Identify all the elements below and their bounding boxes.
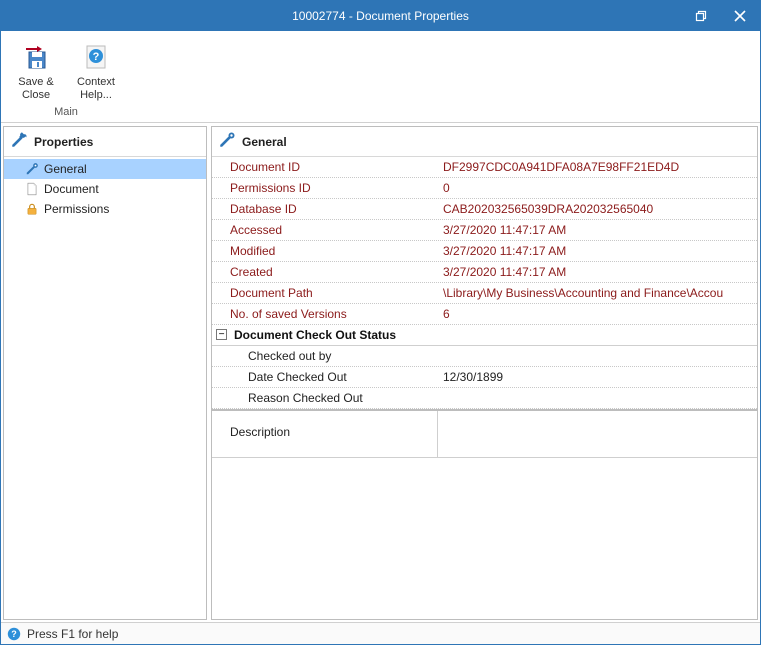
row-description: Description [212, 409, 757, 458]
prop-value[interactable]: \Library\My Business\Accounting and Fina… [437, 283, 757, 303]
section-label: − Document Check Out Status [212, 325, 437, 345]
main-header: General [212, 127, 757, 157]
row-date-checked-out: Date Checked Out 12/30/1899 [212, 367, 757, 388]
main-title: General [242, 135, 287, 149]
row-modified: Modified 3/27/2020 11:47:17 AM [212, 241, 757, 262]
prop-label: Description [212, 411, 437, 457]
prop-value[interactable]: 3/27/2020 11:47:17 AM [437, 262, 757, 282]
restore-icon [694, 10, 707, 23]
close-icon [734, 10, 746, 22]
prop-label: Database ID [212, 199, 437, 219]
ribbon: Save & Close ? Context Help... Main [1, 31, 760, 123]
prop-value[interactable]: DF2997CDC0A941DFA08A7E98FF21ED4D [437, 157, 757, 177]
row-created: Created 3/27/2020 11:47:17 AM [212, 262, 757, 283]
sidebar-title: Properties [34, 135, 93, 149]
prop-value[interactable]: 3/27/2020 11:47:17 AM [437, 220, 757, 240]
content-area: Properties General Document Permissions [1, 123, 760, 622]
row-permissions-id: Permissions ID 0 [212, 178, 757, 199]
save-close-icon [19, 40, 53, 74]
svg-text:?: ? [11, 629, 17, 639]
save-close-button[interactable]: Save & Close [7, 35, 65, 104]
row-database-id: Database ID CAB202032565039DRA2020325650… [212, 199, 757, 220]
nav-item-label: Document [44, 182, 99, 196]
row-document-id: Document ID DF2997CDC0A941DFA08A7E98FF21… [212, 157, 757, 178]
nav-item-label: General [44, 162, 87, 176]
prop-label: Permissions ID [212, 178, 437, 198]
title-bar: 10002774 - Document Properties [1, 1, 760, 31]
ribbon-group-main: Save & Close ? Context Help... Main [7, 35, 125, 120]
row-document-path: Document Path \Library\My Business\Accou… [212, 283, 757, 304]
prop-label: No. of saved Versions [212, 304, 437, 324]
svg-text:?: ? [93, 51, 100, 63]
wrench-icon [10, 131, 28, 152]
prop-value[interactable]: 12/30/1899 [437, 367, 757, 387]
context-help-label: Context Help... [70, 76, 122, 101]
prop-value[interactable]: 0 [437, 178, 757, 198]
main-panel: General Document ID DF2997CDC0A941DFA08A… [211, 126, 758, 620]
row-reason-checked-out: Reason Checked Out [212, 388, 757, 409]
prop-label: Date Checked Out [212, 367, 437, 387]
context-help-button[interactable]: ? Context Help... [67, 35, 125, 104]
row-checked-out-by: Checked out by [212, 346, 757, 367]
lock-icon [24, 201, 40, 217]
prop-value[interactable]: CAB202032565039DRA202032565040 [437, 199, 757, 219]
collapse-toggle-icon[interactable]: − [216, 329, 227, 340]
prop-label: Document Path [212, 283, 437, 303]
window-title: 10002774 - Document Properties [292, 9, 469, 23]
prop-label: Modified [212, 241, 437, 261]
nav-item-label: Permissions [44, 202, 109, 216]
wrench-icon [24, 161, 40, 177]
prop-value[interactable]: 6 [437, 304, 757, 324]
prop-label: Accessed [212, 220, 437, 240]
status-bar: ? Press F1 for help [1, 622, 760, 644]
prop-value[interactable] [437, 388, 757, 408]
nav-item-general[interactable]: General [4, 159, 206, 179]
prop-value[interactable] [437, 346, 757, 366]
nav-item-document[interactable]: Document [4, 179, 206, 199]
row-accessed: Accessed 3/27/2020 11:47:17 AM [212, 220, 757, 241]
status-text: Press F1 for help [27, 627, 118, 641]
prop-label: Created [212, 262, 437, 282]
restore-button[interactable] [680, 1, 720, 31]
ribbon-group-label: Main [7, 104, 125, 120]
context-help-icon: ? [79, 40, 113, 74]
prop-value[interactable]: 3/27/2020 11:47:17 AM [437, 241, 757, 261]
prop-label: Document ID [212, 157, 437, 177]
section-title: Document Check Out Status [234, 328, 396, 342]
wrench-icon [218, 131, 236, 152]
help-icon: ? [7, 627, 21, 641]
prop-label: Checked out by [212, 346, 437, 366]
section-checkout-status[interactable]: − Document Check Out Status [212, 325, 757, 346]
nav-item-permissions[interactable]: Permissions [4, 199, 206, 219]
prop-label: Reason Checked Out [212, 388, 437, 408]
close-button[interactable] [720, 1, 760, 31]
nav-tree: General Document Permissions [4, 157, 206, 221]
document-icon [24, 181, 40, 197]
row-saved-versions: No. of saved Versions 6 [212, 304, 757, 325]
property-grid: Document ID DF2997CDC0A941DFA08A7E98FF21… [212, 157, 757, 458]
sidebar: Properties General Document Permissions [3, 126, 207, 620]
window-buttons [680, 1, 760, 31]
save-close-label: Save & Close [10, 76, 62, 101]
description-value[interactable] [437, 411, 757, 457]
sidebar-header: Properties [4, 127, 206, 157]
